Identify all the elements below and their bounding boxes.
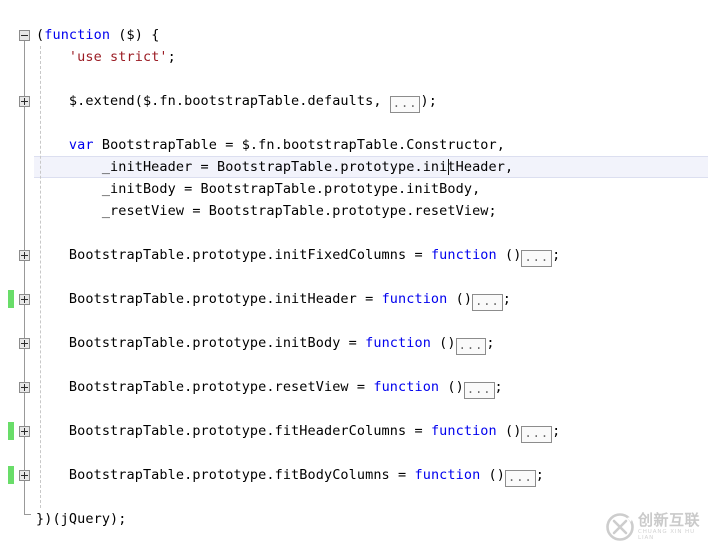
code-token: BootstrapTable.prototype.fitBodyColumns … [36,467,415,483]
code-token: BootstrapTable.prototype.initFixedColumn… [36,247,431,263]
folded-code-placeholder[interactable]: ... [455,338,487,355]
keyword-token: function [381,291,448,307]
code-line[interactable]: var BootstrapTable = $.fn.bootstrapTable… [36,134,505,156]
folded-code-placeholder[interactable]: ... [472,294,503,311]
code-line[interactable]: 'use strict'; [36,46,176,68]
code-line[interactable]: _resetView = BootstrapTable.prototype.re… [36,200,497,222]
folded-code-placeholder[interactable]: ... [521,250,553,267]
code-line[interactable]: BootstrapTable.prototype.fitHeaderColumn… [36,420,561,443]
code-token: BootstrapTable = $.fn.bootstrapTable.Con… [93,137,505,153]
code-token: ( [36,27,45,43]
code-token: () [480,467,505,483]
code-token: () [447,291,473,307]
code-token: BootstrapTable.prototype.initBody = [36,335,366,351]
code-line[interactable]: BootstrapTable.prototype.initFixedColumn… [36,244,561,267]
folded-code-placeholder[interactable]: ... [463,382,495,399]
code-line[interactable]: BootstrapTable.prototype.initHeader = fu… [36,288,511,311]
code-token: ($) { [110,27,160,43]
code-token: () [496,247,522,263]
code-token: () [496,423,522,439]
folded-code-placeholder[interactable]: ... [521,426,553,443]
code-token: _resetView = BootstrapTable.prototype.re… [36,203,497,219]
code-token: BootstrapTable.prototype.resetView = [36,379,374,395]
code-line[interactable]: _initBody = BootstrapTable.prototype.ini… [36,178,480,200]
folded-code-placeholder[interactable]: ... [389,96,421,113]
code-token: ; [167,49,176,65]
keyword-token: function [44,27,111,43]
code-token: _initHeader = BootstrapTable.prototype.i… [36,159,514,175]
code-line[interactable]: _initHeader = BootstrapTable.prototype.i… [36,156,513,178]
keyword-token: function [373,379,440,395]
code-token: $.extend($.fn.bootstrapTable.defaults, [36,93,390,109]
code-token: BootstrapTable.prototype.fitHeaderColumn… [36,423,431,439]
code-editor[interactable]: (function ($) { 'use strict'; $.extend($… [0,0,708,548]
code-token: ; [502,291,511,307]
keyword-token: var [68,137,94,153]
code-token: ; [552,423,561,439]
keyword-token: function [414,467,481,483]
code-token: () [430,335,456,351]
string-token: 'use strict' [68,49,168,65]
code-line[interactable]: BootstrapTable.prototype.resetView = fun… [36,376,503,399]
code-line[interactable]: (function ($) { [36,24,159,46]
code-token: ; [535,467,544,483]
code-token: BootstrapTable.prototype.initHeader = [36,291,382,307]
keyword-token: function [365,335,431,351]
keyword-token: function [430,247,497,263]
code-token: ; [552,247,561,263]
code-line[interactable]: })(jQuery); [36,508,127,530]
code-token: })(jQuery); [36,511,127,527]
code-token: () [439,379,464,395]
code-token: ; [494,379,503,395]
folded-code-placeholder[interactable]: ... [505,470,536,487]
code-token: ); [420,93,437,109]
code-token: _initBody = BootstrapTable.prototype.ini… [36,181,481,197]
code-line[interactable]: $.extend($.fn.bootstrapTable.defaults, .… [36,90,437,113]
code-token: ; [486,335,495,351]
code-text-layer[interactable]: (function ($) { 'use strict'; $.extend($… [0,0,708,548]
text-caret [448,159,450,175]
code-line[interactable]: BootstrapTable.prototype.initBody = func… [36,332,495,355]
keyword-token: function [430,423,497,439]
code-line[interactable]: BootstrapTable.prototype.fitBodyColumns … [36,464,544,487]
